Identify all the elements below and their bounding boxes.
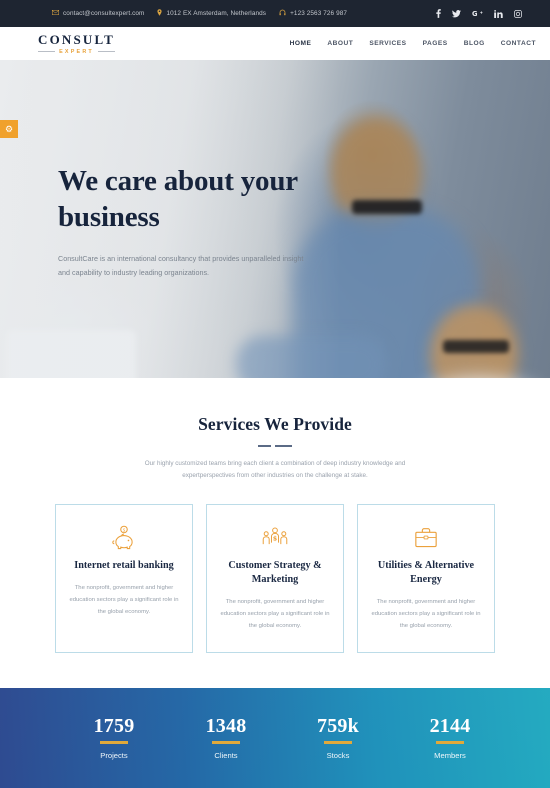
counter-stocks: 759k Stocks — [282, 716, 394, 759]
top-contact-bar: contact@consultexpert.com 1012 EX Amster… — [0, 0, 550, 27]
counter-label: Projects — [100, 750, 128, 760]
service-card-title: Internet retail banking — [74, 559, 174, 571]
contact-email[interactable]: contact@consultexpert.com — [52, 10, 144, 17]
counter-underline — [100, 741, 128, 744]
service-card-text: The nonprofit, government and higher edu… — [371, 598, 481, 629]
service-card-internet-retail-banking[interactable]: $ Internet retail banking The nonprofit,… — [55, 503, 193, 653]
counter-value: 759k — [317, 715, 359, 738]
site-logo[interactable]: CONSULT EXPERT — [38, 33, 115, 55]
contact-email-text: contact@consultexpert.com — [63, 10, 145, 17]
service-card-list: $ Internet retail banking The nonprofit,… — [0, 503, 550, 653]
service-card-title: Utilities & Alternative Energy — [377, 559, 475, 585]
main-navbar: CONSULT EXPERT HOME ABOUT SERVICES PAGES… — [0, 27, 550, 60]
contact-phone[interactable]: +123 2563 726 987 — [279, 9, 347, 18]
counter-underline — [436, 741, 464, 744]
services-title: Services We Provide — [198, 414, 352, 434]
counter-value: 1348 — [205, 715, 247, 738]
service-card-customer-strategy-marketing[interactable]: $ Customer Strategy & Marketing The nonp… — [206, 503, 344, 653]
envelope-icon — [52, 10, 59, 17]
nav-item-pages[interactable]: PAGES — [423, 40, 448, 47]
divider-dash-long — [275, 445, 292, 447]
nav-item-services[interactable]: SERVICES — [369, 40, 406, 47]
counter-underline — [324, 741, 352, 744]
nav-item-contact[interactable]: CONTACT — [501, 40, 536, 47]
svg-text:$: $ — [273, 535, 277, 542]
counter-members: 2144 Members — [394, 716, 506, 759]
piggy-bank-icon: $ — [68, 523, 180, 553]
options-toggle-button[interactable]: ⚙ — [0, 120, 18, 138]
headset-icon — [279, 9, 286, 18]
service-card-title: Customer Strategy & Marketing — [228, 559, 322, 585]
briefcase-icon — [370, 523, 482, 553]
counter-underline — [212, 741, 240, 744]
social-links: G — [436, 9, 536, 18]
nav-item-blog[interactable]: BLOG — [464, 40, 485, 47]
service-card-text: The nonprofit, government and higher edu… — [69, 584, 179, 615]
svg-text:G: G — [472, 10, 478, 18]
contact-address-text: 1012 EX Amsterdam, Netherlands — [166, 10, 267, 17]
counter-projects: 1759 Projects — [58, 716, 170, 759]
nav-menu: HOME ABOUT SERVICES PAGES BLOG CONTACT — [290, 40, 536, 47]
gear-icon: ⚙ — [4, 123, 14, 134]
counter-label: Clients — [214, 750, 238, 760]
counter-section: 1759 Projects 1348 Clients 759k Stocks 2… — [0, 688, 550, 788]
twitter-icon[interactable] — [452, 9, 461, 18]
facebook-icon[interactable] — [436, 9, 441, 18]
hero-title: We care about your business — [58, 165, 298, 233]
logo-tagline: EXPERT — [59, 48, 94, 55]
counter-label: Stocks — [326, 750, 350, 760]
hero-section: We care about your business ConsultCare … — [0, 60, 550, 378]
instagram-icon[interactable] — [514, 9, 522, 18]
logo-tagline-row: EXPERT — [38, 49, 115, 55]
map-pin-icon — [157, 9, 163, 18]
nav-item-about[interactable]: ABOUT — [327, 40, 353, 47]
logo-name: CONSULT — [38, 31, 116, 47]
linkedin-icon[interactable] — [494, 9, 503, 18]
divider-dash-short — [258, 445, 271, 447]
counter-value: 2144 — [429, 715, 471, 738]
counter-value: 1759 — [93, 715, 135, 738]
counter-clients: 1348 Clients — [170, 716, 282, 759]
services-subtitle: Our highly customized teams bring each c… — [144, 459, 406, 480]
logo-dash-right — [97, 50, 115, 53]
logo-dash-left — [38, 50, 56, 53]
hero-content: We care about your business ConsultCare … — [58, 164, 358, 280]
nav-item-home[interactable]: HOME — [290, 40, 312, 47]
service-card-utilities-alternative-energy[interactable]: Utilities & Alternative Energy The nonpr… — [357, 503, 495, 653]
hero-description: ConsultCare is an international consulta… — [58, 253, 304, 277]
top-contact-info: contact@consultexpert.com 1012 EX Amster… — [52, 9, 436, 18]
customer-strategy-icon: $ — [219, 523, 331, 553]
section-divider — [0, 445, 550, 447]
counter-list: 1759 Projects 1348 Clients 759k Stocks 2… — [0, 688, 550, 788]
counter-label: Members — [434, 750, 466, 760]
contact-phone-text: +123 2563 726 987 — [290, 10, 348, 17]
svg-text:$: $ — [123, 527, 126, 532]
service-card-text: The nonprofit, government and higher edu… — [220, 598, 330, 629]
google-plus-icon[interactable]: G — [472, 10, 483, 18]
services-section: Services We Provide Our highly customize… — [0, 378, 550, 653]
contact-address[interactable]: 1012 EX Amsterdam, Netherlands — [157, 9, 266, 18]
